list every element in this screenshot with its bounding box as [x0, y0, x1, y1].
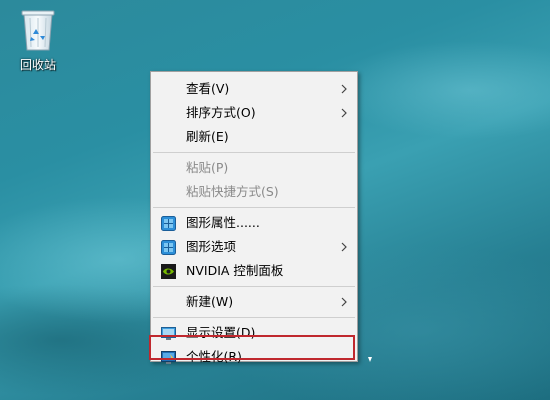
menu-separator: [153, 207, 355, 208]
menu-item-sort-by[interactable]: 排序方式(O): [151, 101, 357, 125]
recycle-bin-icon: [21, 10, 55, 51]
highlight-annotation-box: [149, 335, 355, 360]
chevron-right-icon: [341, 297, 347, 307]
menu-item-label: 粘贴(P): [186, 160, 229, 175]
chevron-right-icon: [341, 242, 347, 252]
menu-item-paste: 粘贴(P): [151, 156, 357, 180]
desktop-icon-label: 回收站: [19, 58, 56, 72]
intel-graphics-icon: [161, 216, 176, 231]
menu-item-label: 新建(W): [186, 294, 234, 309]
menu-separator: [153, 317, 355, 318]
menu-item-graphics-properties[interactable]: 图形属性......: [151, 211, 357, 235]
menu-item-label: 图形属性......: [186, 215, 260, 230]
menu-item-label: 排序方式(O): [186, 105, 256, 120]
menu-item-new[interactable]: 新建(W): [151, 290, 357, 314]
chevron-right-icon: [341, 108, 347, 118]
menu-item-graphics-options[interactable]: 图形选项: [151, 235, 357, 259]
chevron-right-icon: [341, 84, 347, 94]
menu-item-label: 查看(V): [186, 81, 230, 96]
menu-item-refresh[interactable]: 刷新(E): [151, 125, 357, 149]
desktop-background[interactable]: 回收站 查看(V) 排序方式(O) 刷新(E) 粘贴(P) 粘贴快捷方式(S): [0, 0, 550, 400]
menu-item-label: 粘贴快捷方式(S): [186, 184, 279, 199]
menu-separator: [153, 286, 355, 287]
intel-graphics-icon: [161, 240, 176, 255]
menu-item-nvidia-control-panel[interactable]: NVIDIA 控制面板: [151, 259, 357, 283]
menu-item-label: 图形选项: [186, 239, 237, 254]
menu-item-label: 刷新(E): [186, 129, 229, 144]
menu-item-paste-shortcut: 粘贴快捷方式(S): [151, 180, 357, 204]
menu-item-label: NVIDIA 控制面板: [186, 263, 284, 278]
nvidia-icon: [161, 264, 176, 279]
menu-separator: [153, 152, 355, 153]
desktop-context-menu: 查看(V) 排序方式(O) 刷新(E) 粘贴(P) 粘贴快捷方式(S) 图形属性…: [150, 71, 358, 364]
desktop-icon-recycle-bin[interactable]: 回收站: [8, 6, 68, 76]
mouse-cursor-icon: [368, 357, 372, 362]
menu-item-view[interactable]: 查看(V): [151, 77, 357, 101]
